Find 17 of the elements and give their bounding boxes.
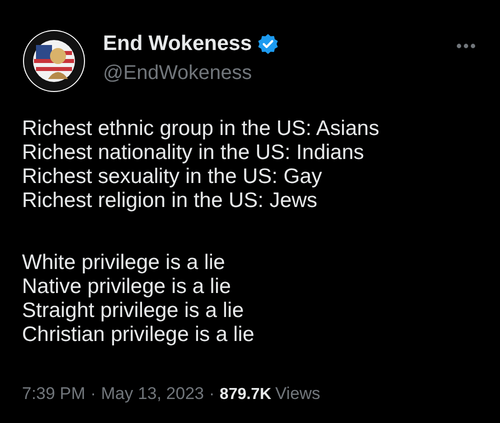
tweet-text-line: Richest ethnic group in the US: Asians: [22, 117, 380, 141]
post-date[interactable]: May 13, 2023: [100, 381, 204, 406]
post-time[interactable]: 7:39 PM: [22, 381, 86, 406]
separator-dot: ·: [90, 383, 96, 405]
more-icon[interactable]: [456, 43, 476, 49]
author-handle[interactable]: @EndWokeness: [103, 60, 456, 86]
tweet-text-line: Straight privilege is a lie: [22, 299, 244, 323]
tweet-text-line: Christian privilege is a lie: [22, 323, 254, 347]
tweet-text-line: Native privilege is a lie: [22, 275, 231, 299]
tweet-text-line: Richest nationality in the US: Indians: [22, 141, 364, 165]
tweet-text-line: Richest sexuality in the US: Gay: [22, 165, 322, 189]
tweet-text-line: White privilege is a lie: [22, 251, 226, 275]
author-name[interactable]: End Wokeness: [103, 30, 252, 58]
views-label: Views: [275, 383, 320, 405]
views-count: 879.7K: [220, 385, 272, 405]
tweet-text-line: Richest religion in the US: Jews: [22, 189, 318, 213]
separator-dot: ·: [209, 383, 215, 405]
